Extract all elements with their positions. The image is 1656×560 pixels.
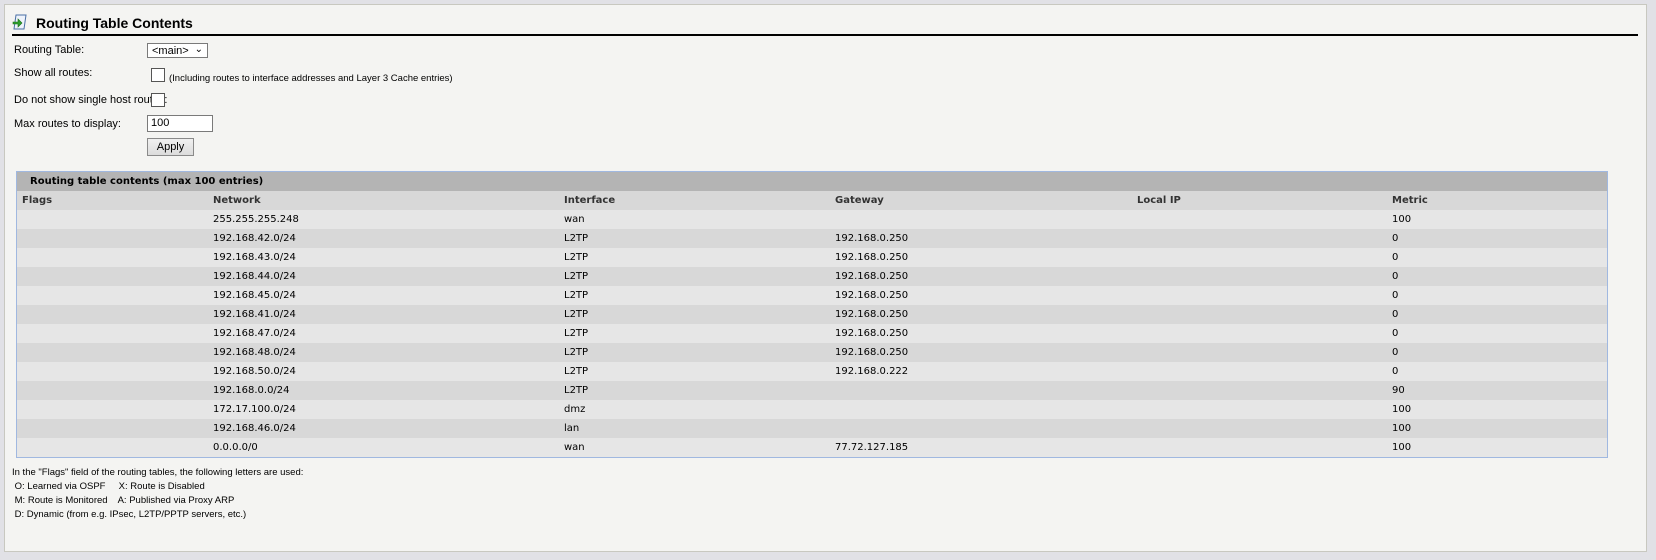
cell-network: 192.168.0.0/24: [213, 385, 290, 396]
column-header-local-ip: Local IP: [1137, 195, 1181, 206]
routing-table-value: <main>: [152, 44, 189, 57]
cell-interface: dmz: [564, 404, 586, 415]
max-routes-input[interactable]: 100: [147, 115, 213, 132]
cell-network: 192.168.44.0/24: [213, 271, 296, 282]
cell-network: 192.168.50.0/24: [213, 366, 296, 377]
cell-network: 172.17.100.0/24: [213, 404, 296, 415]
table-row: 172.17.100.0/24 dmz 100: [17, 400, 1607, 419]
flags-legend: In the "Flags" field of the routing tabl…: [12, 466, 303, 522]
legend-line: D: Dynamic (from e.g. IPsec, L2TP/PPTP s…: [12, 509, 247, 520]
cell-interface: L2TP: [564, 309, 589, 320]
table-row: 192.168.46.0/24 lan 100: [17, 419, 1607, 438]
cell-metric: 0: [1392, 271, 1399, 282]
show-all-routes-checkbox[interactable]: [151, 68, 165, 82]
cell-metric: 0: [1392, 233, 1399, 244]
cell-network: 192.168.46.0/24: [213, 423, 296, 434]
page-arrow-icon: [12, 14, 28, 33]
column-header-interface: Interface: [564, 195, 616, 206]
no-single-host-checkbox[interactable]: [151, 93, 165, 107]
cell-metric: 0: [1392, 366, 1399, 377]
legend-line: O: Learned via OSPF X: Route is Disabled: [12, 481, 205, 492]
cell-network: 192.168.48.0/24: [213, 347, 296, 358]
cell-network: 255.255.255.248: [213, 214, 299, 225]
legend-intro: In the "Flags" field of the routing tabl…: [12, 467, 304, 478]
legend-line: M: Route is Monitored A: Published via P…: [12, 495, 235, 506]
routing-table-select[interactable]: <main> ⌄: [147, 43, 208, 58]
table-row: 255.255.255.248 wan 100: [17, 210, 1607, 229]
table-row: 192.168.43.0/24 L2TP 192.168.0.250 0: [17, 248, 1607, 267]
cell-gateway: 192.168.0.250: [835, 309, 909, 320]
cell-metric: 0: [1392, 347, 1399, 358]
cell-metric: 100: [1392, 442, 1412, 453]
max-routes-label: Max routes to display:: [14, 118, 121, 130]
cell-interface: L2TP: [564, 347, 589, 358]
show-all-routes-label: Show all routes:: [14, 67, 93, 79]
page-header: Routing Table Contents: [12, 12, 193, 34]
table-row: 192.168.47.0/24 L2TP 192.168.0.250 0: [17, 324, 1607, 343]
table-row: 192.168.44.0/24 L2TP 192.168.0.250 0: [17, 267, 1607, 286]
cell-metric: 0: [1392, 252, 1399, 263]
cell-metric: 90: [1392, 385, 1405, 396]
cell-gateway: 192.168.0.250: [835, 252, 909, 263]
page-title: Routing Table Contents: [36, 15, 193, 31]
column-header-network: Network: [213, 195, 261, 206]
table-row: 192.168.42.0/24 L2TP 192.168.0.250 0: [17, 229, 1607, 248]
cell-interface: wan: [564, 442, 585, 453]
apply-button[interactable]: Apply: [147, 138, 194, 156]
cell-gateway: 192.168.0.250: [835, 328, 909, 339]
table-row: 192.168.48.0/24 L2TP 192.168.0.250 0: [17, 343, 1607, 362]
cell-gateway: 192.168.0.222: [835, 366, 909, 377]
cell-interface: L2TP: [564, 366, 589, 377]
cell-network: 0.0.0.0/0: [213, 442, 258, 453]
cell-interface: L2TP: [564, 290, 589, 301]
cell-interface: L2TP: [564, 252, 589, 263]
cell-network: 192.168.47.0/24: [213, 328, 296, 339]
cell-network: 192.168.43.0/24: [213, 252, 296, 263]
table-row: 192.168.45.0/24 L2TP 192.168.0.250 0: [17, 286, 1607, 305]
cell-gateway: 77.72.127.185: [835, 442, 909, 453]
table-row: 0.0.0.0/0 wan 77.72.127.185 100: [17, 438, 1607, 457]
no-single-host-label: Do not show single host routes:: [14, 94, 168, 106]
cell-gateway: 192.168.0.250: [835, 347, 909, 358]
cell-gateway: 192.168.0.250: [835, 290, 909, 301]
cell-metric: 0: [1392, 309, 1399, 320]
cell-metric: 100: [1392, 423, 1412, 434]
show-all-routes-note: (Including routes to interface addresses…: [169, 73, 453, 84]
table-header-row: Flags Network Interface Gateway Local IP…: [17, 191, 1607, 210]
column-header-gateway: Gateway: [835, 195, 884, 206]
cell-network: 192.168.42.0/24: [213, 233, 296, 244]
chevron-down-icon: ⌄: [194, 44, 203, 55]
cell-metric: 0: [1392, 328, 1399, 339]
table-row: 192.168.41.0/24 L2TP 192.168.0.250 0: [17, 305, 1607, 324]
table-title: Routing table contents (max 100 entries): [17, 172, 1607, 191]
cell-metric: 0: [1392, 290, 1399, 301]
routing-table-label: Routing Table:: [14, 44, 85, 56]
column-header-flags: Flags: [22, 195, 53, 206]
cell-interface: wan: [564, 214, 585, 225]
cell-metric: 100: [1392, 214, 1412, 225]
cell-gateway: 192.168.0.250: [835, 271, 909, 282]
table-row: 192.168.50.0/24 L2TP 192.168.0.222 0: [17, 362, 1607, 381]
cell-interface: L2TP: [564, 233, 589, 244]
cell-gateway: 192.168.0.250: [835, 233, 909, 244]
cell-interface: L2TP: [564, 271, 589, 282]
cell-network: 192.168.45.0/24: [213, 290, 296, 301]
column-header-metric: Metric: [1392, 195, 1428, 206]
cell-interface: L2TP: [564, 385, 589, 396]
cell-interface: lan: [564, 423, 580, 434]
cell-metric: 100: [1392, 404, 1412, 415]
routing-table: Routing table contents (max 100 entries)…: [16, 171, 1608, 458]
cell-interface: L2TP: [564, 328, 589, 339]
header-divider: [12, 34, 1638, 36]
cell-network: 192.168.41.0/24: [213, 309, 296, 320]
table-row: 192.168.0.0/24 L2TP 90: [17, 381, 1607, 400]
